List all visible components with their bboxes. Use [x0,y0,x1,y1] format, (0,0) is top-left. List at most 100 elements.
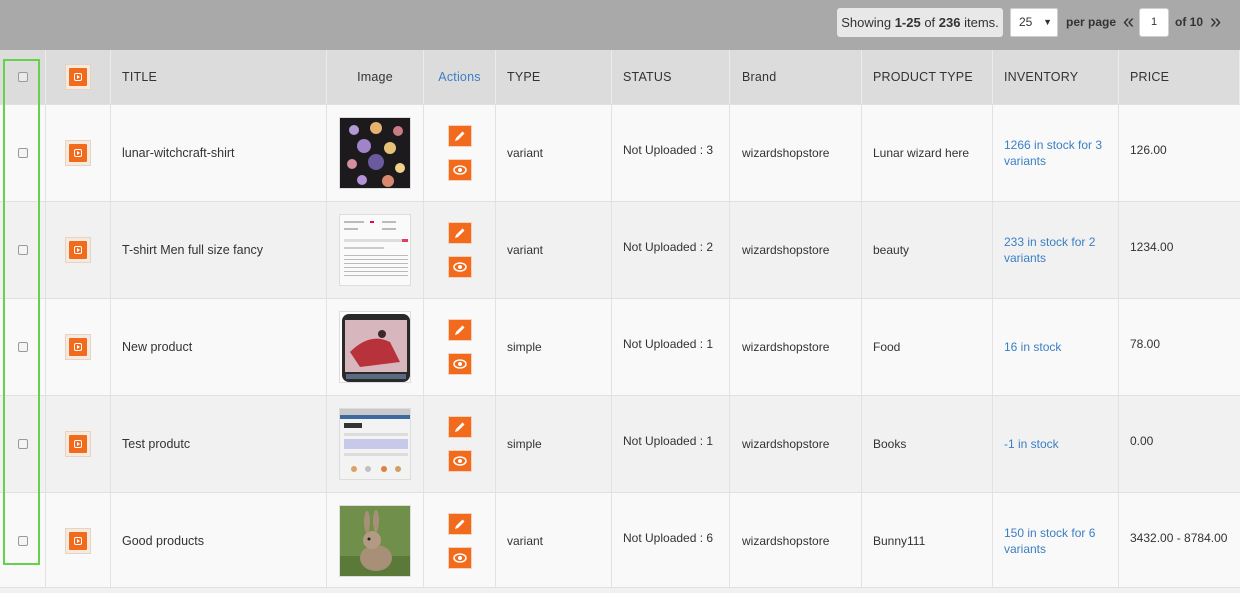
actions-cell [424,105,496,201]
product-link-icon[interactable] [65,528,91,554]
image-cell [327,105,424,201]
per-page-select[interactable]: 25 ▼ [1010,8,1058,37]
product-title: Good products [111,493,327,589]
column-price[interactable]: PRICE [1119,50,1240,104]
brand: wizardshopstore [730,396,862,492]
column-product-type[interactable]: PRODUCT TYPE [862,50,993,104]
product-category: Bunny111 [862,493,993,589]
product-thumbnail-rabbit [339,505,411,577]
price: 1234.00 [1130,240,1174,254]
column-actions: Actions [424,50,496,104]
product-category: Books [862,396,993,492]
column-brand[interactable]: Brand [730,50,862,104]
price: 3432.00 - 8784.00 [1130,531,1228,545]
column-type[interactable]: TYPE [496,50,612,104]
inventory-link[interactable]: -1 in stock [993,396,1119,492]
inventory-link[interactable]: 150 in stock for 6 variants [993,493,1119,589]
pencil-icon [454,131,464,141]
edit-button[interactable] [447,416,472,438]
product-title: New product [111,299,327,395]
row-checkbox[interactable] [17,245,28,255]
total-count: 236 [938,15,961,30]
page-number-input[interactable]: 1 [1139,8,1169,37]
inventory-link[interactable]: 233 in stock for 2 variants [993,202,1119,298]
product-table: TITLE Image Actions TYPE STATUS Brand PR… [0,50,1240,593]
column-image: Image [327,50,424,104]
row-checkbox[interactable] [17,148,28,158]
items-word: items. [960,15,999,30]
eye-icon [452,359,467,369]
row-icon-cell [46,299,111,395]
per-page-value: 25 [1019,15,1033,29]
actions-cell [424,493,496,589]
row-icon-cell [46,493,111,589]
table-row: Good products variant Not Uploaded : 6 w… [0,492,1240,589]
view-button[interactable] [447,159,472,181]
total-pages-label: of 10 [1175,15,1204,29]
view-button[interactable] [447,547,472,569]
edit-button[interactable] [447,513,472,535]
product-link-icon[interactable] [65,334,91,360]
row-select-cell [0,396,46,492]
product-link-icon[interactable] [65,431,91,457]
table-row: T-shirt Men full size fancy variant Not … [0,201,1240,298]
product-title: Test produtc [111,396,327,492]
row-checkbox[interactable] [17,536,28,546]
upload-status: Not Uploaded : 6 [612,493,730,589]
actions-cell [424,202,496,298]
price: 0.00 [1130,434,1154,448]
column-status[interactable]: STATUS [612,50,730,104]
view-button[interactable] [447,353,472,375]
next-page-button[interactable]: » [1210,8,1221,37]
inventory-link[interactable]: 16 in stock [993,299,1119,395]
upload-status: Not Uploaded : 3 [612,105,730,201]
edit-button[interactable] [447,222,472,244]
previous-page-button[interactable]: « [1123,8,1134,37]
table-header: TITLE Image Actions TYPE STATUS Brand PR… [0,50,1240,104]
pencil-icon [454,422,464,432]
edit-button[interactable] [447,125,472,147]
row-checkbox[interactable] [17,342,28,352]
table-bottom-edge [0,587,1240,593]
product-type-variant: variant [496,202,612,298]
eye-icon [452,456,467,466]
product-type-variant: variant [496,493,612,589]
product-thumbnail-lunar [339,117,411,189]
showing-range: 1-25 [894,15,921,30]
price: 78.00 [1130,337,1161,351]
product-category: Food [862,299,993,395]
per-page-label: per page [1066,15,1117,29]
brand: wizardshopstore [730,202,862,298]
select-all-checkbox[interactable] [17,72,28,82]
product-link-icon[interactable] [65,140,91,166]
column-inventory[interactable]: INVENTORY [993,50,1119,104]
image-cell [327,493,424,589]
eye-icon [452,262,467,272]
row-checkbox[interactable] [17,439,28,449]
column-title[interactable]: TITLE [111,50,327,104]
row-select-cell [0,299,46,395]
actions-cell [424,396,496,492]
upload-status: Not Uploaded : 1 [612,299,730,395]
pagination-bar: Showing 1-25 of 236 items. 25 ▼ per page… [0,0,1240,50]
row-icon-cell [46,105,111,201]
product-thumbnail-phone [339,311,411,383]
image-cell [327,396,424,492]
row-select-cell [0,202,46,298]
row-icon-cell [46,202,111,298]
upload-status: Not Uploaded : 2 [612,202,730,298]
showing-prefix: Showing [841,15,895,30]
product-category: Lunar wizard here [862,105,993,201]
view-button[interactable] [447,450,472,472]
edit-button[interactable] [447,319,472,341]
brand: wizardshopstore [730,105,862,201]
pencil-icon [454,228,464,238]
actions-cell [424,299,496,395]
chevron-down-icon: ▼ [1043,17,1052,27]
price: 126.00 [1130,143,1167,157]
product-link-icon[interactable] [65,64,91,90]
inventory-link[interactable]: 1266 in stock for 3 variants [993,105,1119,201]
view-button[interactable] [447,256,472,278]
product-link-icon[interactable] [65,237,91,263]
select-all-cell [0,50,46,104]
